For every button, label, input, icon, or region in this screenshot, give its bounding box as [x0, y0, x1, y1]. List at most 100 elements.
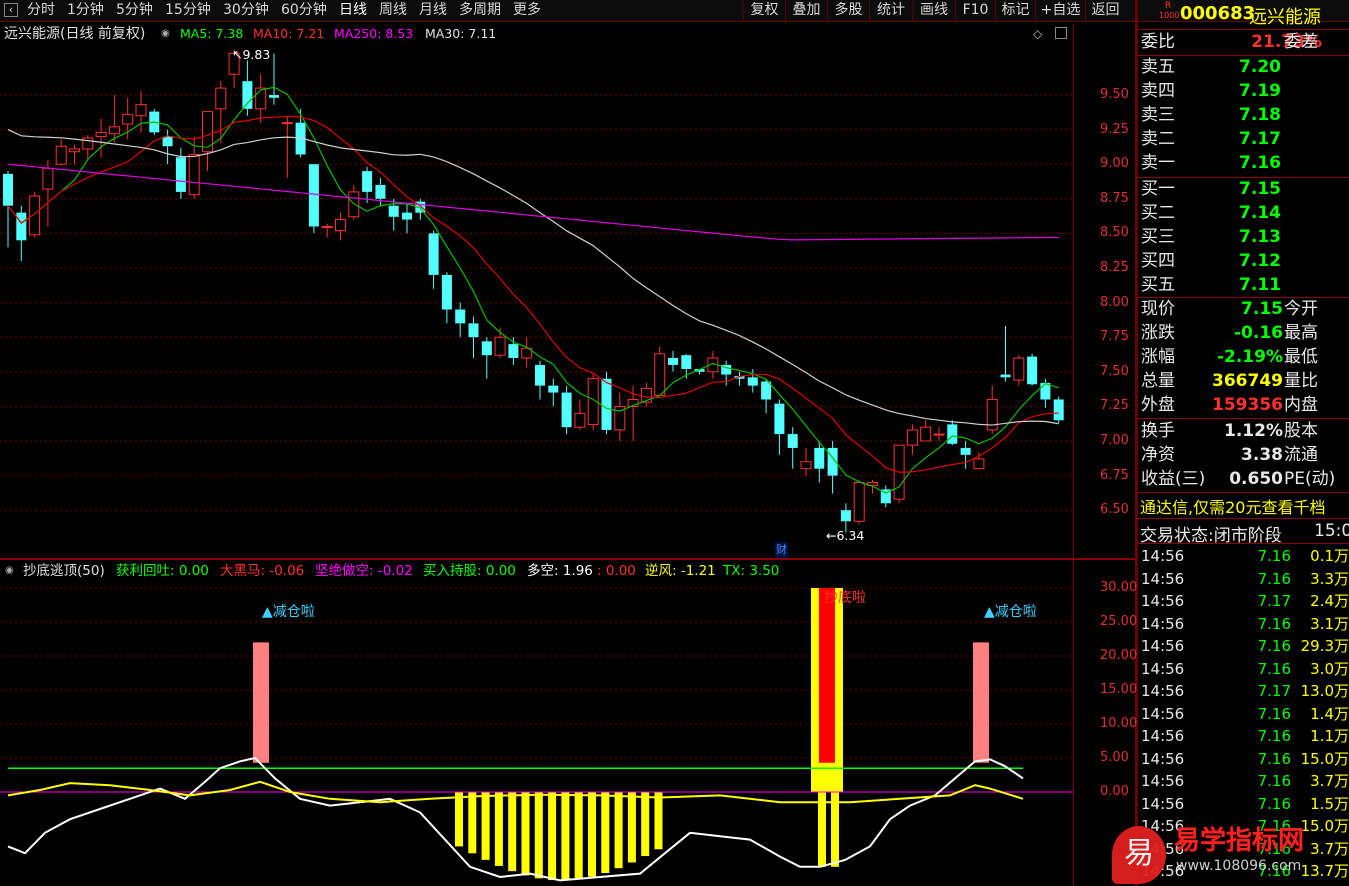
tick-time: 14:56 [1141, 637, 1185, 655]
indicator-y-label: 20.00 [1100, 648, 1138, 663]
candle-body [135, 104, 147, 117]
candle-body [281, 122, 293, 125]
candle-body [269, 95, 279, 98]
toolbar-button-6[interactable]: 标记 [995, 0, 1035, 22]
candle-body [308, 164, 319, 227]
toolbar-button-5[interactable]: F10 [955, 0, 995, 22]
period-tab-3[interactable]: 15分钟 [165, 0, 211, 22]
candle-body [1053, 399, 1064, 421]
row-value: 7.19 [1239, 81, 1281, 101]
row-label-2: 今开 [1284, 299, 1318, 319]
row-label-2: 最高 [1284, 323, 1318, 343]
period-tab-10[interactable]: 更多 [513, 0, 541, 22]
reduce-bar [973, 642, 989, 763]
volume-hist-bar [494, 792, 503, 866]
tick-price: 7.17 [1257, 592, 1291, 610]
row-value: 7.15 [1241, 299, 1283, 319]
watermark-text: 易学指标网 [1174, 826, 1305, 856]
tick-row: 14:56 7.16 1.5万 [1139, 793, 1349, 816]
toolbar-button-7[interactable]: +自选 [1035, 0, 1085, 22]
volume-hist-bar [548, 792, 557, 881]
promo-banner[interactable]: 通达信,仅需20元查看千档 [1140, 494, 1349, 518]
quote.stats-row-3: 总量 366749 量比 [1139, 370, 1349, 393]
candle-body [840, 510, 851, 522]
high-price-value: 9.83 [242, 47, 271, 62]
period-tab-9[interactable]: 多周期 [459, 0, 501, 22]
tick-time: 14:56 [1141, 592, 1185, 610]
tick-row: 14:56 7.16 3.0万 [1139, 658, 1349, 681]
period-tab-1[interactable]: 1分钟 [67, 0, 104, 22]
tick-row: 14:56 7.16 3.3万 [1139, 568, 1349, 591]
row-value: -2.19% [1216, 347, 1283, 367]
quote.stats-row-1: 涨跌 -0.16 最高 [1139, 322, 1349, 345]
candle-body [3, 173, 13, 206]
candle-body [215, 87, 227, 110]
high-price-label: ↖9.83 [232, 47, 271, 62]
volume-hist-bar [614, 792, 623, 869]
volume-hist-bar [561, 792, 570, 881]
signal-reduce-text: 减仓啦 [272, 604, 315, 620]
low-price-value: 6.34 [836, 528, 865, 543]
candle-body [548, 385, 559, 393]
candle-body [55, 145, 67, 165]
tick-row: 14:56 7.17 2.4万 [1139, 590, 1349, 613]
tick-row: 14:56 7.16 3.1万 [1139, 613, 1349, 636]
toolbar-button-1[interactable]: 叠加 [785, 0, 827, 22]
bottom-bar-core [819, 588, 835, 763]
volume-hist-bar [601, 792, 610, 874]
candle-body [668, 357, 678, 365]
candle-body [468, 323, 479, 338]
period-tab-6[interactable]: 日线 [339, 0, 367, 22]
quote.sell-row-1: 卖四 7.19 [1139, 80, 1349, 103]
quote.stats-row-4: 外盘 159356 内盘 [1139, 394, 1349, 417]
finance-marker[interactable]: 财 [775, 542, 788, 558]
collapse-icon[interactable]: ‹ [4, 3, 18, 17]
toolbar-button-2[interactable]: 多股 [827, 0, 869, 22]
candle-body [69, 148, 80, 153]
tick-volume: 1.5万 [1310, 794, 1349, 813]
period-tab-0[interactable]: 分时 [27, 0, 55, 22]
candle-body [95, 131, 107, 138]
divider [1138, 543, 1349, 544]
y-axis-label: 9.00 [1100, 156, 1129, 172]
toolbar-button-3[interactable]: 统计 [869, 0, 912, 22]
row-label: 外盘 [1141, 395, 1175, 415]
toolbar-button-4[interactable]: 画线 [912, 0, 955, 22]
row-value: 366749 [1212, 371, 1283, 391]
y-axis-label: 6.50 [1100, 502, 1129, 518]
divider [1138, 418, 1349, 419]
period-tab-4[interactable]: 30分钟 [223, 0, 269, 22]
weibi-row: 委比 21.73% 委差 [1139, 31, 1349, 54]
row-value: 3.38 [1241, 445, 1283, 465]
y-axis-label: 8.00 [1100, 294, 1129, 310]
period-tab-8[interactable]: 月线 [419, 0, 447, 22]
candle-body [681, 355, 692, 370]
candle-body [774, 403, 785, 435]
candle-body [973, 458, 985, 470]
toolbar-button-8[interactable]: 返回 [1085, 0, 1125, 22]
tick-price: 7.16 [1257, 794, 1291, 813]
period-tab-5[interactable]: 60分钟 [281, 0, 327, 22]
volume-hist-bar [831, 792, 839, 867]
period-tab-2[interactable]: 5分钟 [116, 0, 153, 22]
candle-body [16, 212, 27, 241]
row-label: 卖四 [1141, 81, 1175, 101]
row-label: 换手 [1141, 421, 1175, 441]
candle-body [933, 433, 945, 436]
tick-volume: 1.4万 [1310, 704, 1349, 723]
tick-volume: 3.0万 [1310, 659, 1349, 678]
candle-body [375, 184, 386, 199]
row-label: 总量 [1141, 371, 1175, 391]
period-tab-7[interactable]: 周线 [379, 0, 407, 22]
weicha-label: 委差 [1284, 32, 1318, 52]
row-label-2: 最低 [1284, 347, 1318, 367]
candle-body [441, 274, 452, 310]
tick-row: 14:56 7.16 0.1万 [1139, 545, 1349, 568]
tick-time: 14:56 [1141, 614, 1185, 633]
tick-row: 14:56 7.16 15.0万 [1139, 748, 1349, 771]
watermark-url: www.108096.com [1176, 858, 1302, 874]
quote.sell-row-4: 卖一 7.16 [1139, 152, 1349, 175]
tick-time: 14:56 [1141, 659, 1185, 678]
row-label: 卖一 [1141, 153, 1175, 173]
toolbar-button-0[interactable]: 复权 [743, 0, 785, 22]
